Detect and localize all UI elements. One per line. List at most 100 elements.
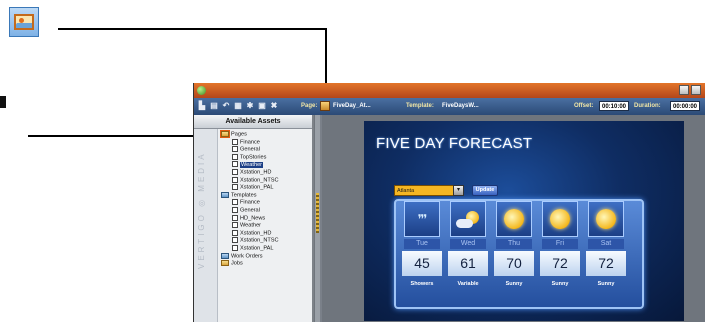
tree-item[interactable]: Finance (220, 138, 310, 147)
tree-item[interactable]: Templates (220, 191, 310, 200)
day-condition: Sunny (505, 281, 523, 287)
play-icon[interactable]: ▣ (258, 102, 266, 110)
day-temperature: 45 (402, 251, 442, 276)
tree-item-label: Finance (240, 199, 260, 206)
day-temperature: 72 (540, 251, 580, 276)
screenshot-stage: ▙ ▤ ↶ ▦ ✱ ▣ ✖ Page: FiveDay_At... Templa… (0, 0, 705, 322)
chevron-down-icon[interactable]: ▾ (453, 185, 464, 196)
splitter-grip[interactable] (316, 193, 319, 233)
tree-item[interactable]: Jobs (220, 260, 310, 268)
document-icon (232, 146, 238, 153)
location-select[interactable]: Atlanta ▾ (394, 185, 464, 196)
tree-item[interactable]: Weather (220, 222, 310, 230)
tree-item-label: Jobs (231, 260, 243, 267)
weather-icon-box: ❜❜❜ (404, 201, 440, 237)
template-value[interactable]: FiveDaysW... (442, 103, 479, 109)
tree-item-label: Xstation_NTSC (240, 177, 279, 184)
assets-header: Available Assets (194, 115, 312, 129)
tree-item[interactable]: Xstation_HD (220, 168, 310, 177)
weather-icon-box (450, 201, 486, 237)
tree-item-label: Work Orders (231, 252, 263, 259)
forecast-day: Sat 72 Sunny (586, 201, 626, 305)
sun-icon (596, 209, 616, 229)
undo-icon[interactable]: ↶ (222, 102, 230, 110)
tree-item[interactable]: Pages (220, 130, 310, 139)
image-icon[interactable] (320, 101, 330, 111)
save-icon[interactable]: ▤ (210, 102, 218, 110)
day-temperature: 70 (494, 251, 534, 276)
tree-item[interactable]: Work Orders (220, 252, 310, 261)
forecast-day: ❜❜❜ Tue 45 Showers (402, 201, 442, 305)
tree-item-label: General (240, 207, 260, 214)
tree-item-label: Xstation_HD (240, 230, 272, 237)
day-name: Wed (450, 239, 486, 249)
update-button[interactable]: Update (472, 185, 498, 196)
document-icon (232, 229, 238, 236)
sun-icon (504, 209, 524, 229)
folder-icon (221, 252, 229, 259)
pin-icon[interactable]: ✖ (270, 102, 278, 110)
tree-item[interactable]: General (220, 146, 310, 154)
toolbar: ▙ ▤ ↶ ▦ ✱ ▣ ✖ Page: FiveDay_At... Templa… (194, 98, 705, 115)
tree-item-label: Xstation_PAL (240, 245, 274, 252)
tree-item[interactable]: Xstation_HD (220, 229, 310, 238)
day-condition: Sunny (597, 281, 615, 287)
brand-strip: VERTIGO ◎ MEDIA (194, 129, 218, 322)
forecast-title: FIVE DAY FORECAST (376, 135, 533, 152)
tree-item-label: HD_News (240, 215, 266, 222)
document-icon (232, 222, 238, 229)
document-icon (232, 138, 238, 145)
tree-item[interactable]: HD_News (220, 214, 310, 223)
weather-icon-box (542, 201, 578, 237)
folder-icon (220, 130, 230, 138)
minimize-button[interactable] (679, 85, 689, 95)
sun-icon (550, 209, 570, 229)
tree-item[interactable]: Xstation_NTSC (220, 237, 310, 245)
tree-item[interactable]: General (220, 206, 310, 215)
day-name: Thu (496, 239, 532, 249)
document-icon (232, 161, 238, 168)
maximize-button[interactable] (691, 85, 701, 95)
assets-panel: Available Assets VERTIGO ◎ MEDIA Pages Fi… (194, 115, 314, 322)
panel-splitter[interactable] (314, 115, 320, 322)
weather-icon-box (588, 201, 624, 237)
forecast-day: Fri 72 Sunny (540, 201, 580, 305)
document-icon (232, 244, 238, 251)
document-icon (232, 199, 238, 206)
page-value[interactable]: FiveDay_At... (333, 103, 371, 109)
tree-item-label: Finance (240, 139, 260, 146)
tree-item[interactable]: Weather (220, 161, 310, 169)
tree-item-label: Xstation_PAL (240, 184, 274, 191)
day-condition: Variable (457, 281, 479, 287)
assets-tree: Pages Finance General TopStories Weather Xsta… (220, 130, 310, 268)
offset-label: Offset: (574, 103, 594, 109)
tree-item-label: Pages (231, 131, 247, 138)
document-icon (232, 176, 238, 183)
document-icon (232, 206, 238, 213)
brand-logo: VERTIGO ◎ MEDIA (197, 151, 206, 269)
tree-item[interactable]: Xstation_PAL (220, 184, 310, 192)
offset-field[interactable]: 00:10:00 (599, 101, 630, 111)
tree-item[interactable]: Xstation_PAL (220, 244, 310, 253)
folder-icon (221, 191, 229, 198)
tree-item[interactable]: Finance (220, 199, 310, 207)
tree-item-label: General (240, 146, 260, 153)
callout-line-horizontal-top (58, 28, 326, 30)
day-condition: Sunny (551, 281, 569, 287)
duration-field[interactable]: 00:00:00 (670, 101, 701, 111)
tree-item-label: TopStories (240, 154, 267, 161)
day-condition: Showers (410, 281, 434, 287)
location-value: Atlanta (397, 188, 415, 194)
tree-item[interactable]: TopStories (220, 153, 310, 162)
forecast-day: Thu 70 Sunny (494, 201, 534, 305)
grid-icon[interactable]: ▦ (234, 102, 242, 110)
callout-line-vertical (325, 28, 327, 84)
forecast-graphic: FIVE DAY FORECAST Atlanta ▾ Update ❜❜❜ Tu… (364, 121, 684, 321)
document-icon (232, 184, 238, 191)
new-icon[interactable]: ▙ (198, 102, 206, 110)
star-icon[interactable]: ✱ (246, 102, 254, 110)
tree-item-label: Templates (231, 192, 257, 199)
tree-item[interactable]: Xstation_NTSC (220, 176, 310, 185)
title-bar (194, 83, 705, 98)
day-temperature: 72 (586, 251, 626, 276)
